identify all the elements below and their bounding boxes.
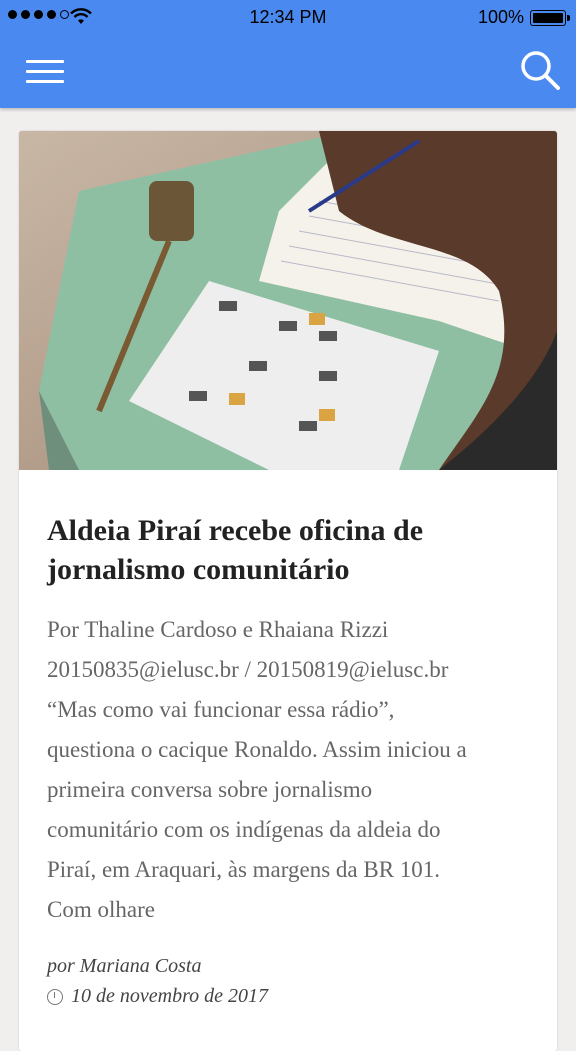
search-icon[interactable] — [518, 48, 562, 92]
excerpt-line: “Mas como vai funcionar essa rádio”, — [47, 697, 395, 722]
excerpt-line: Por Thaline Cardoso e Rhaiana Rizzi — [47, 617, 389, 642]
app-bar — [0, 36, 576, 108]
battery-icon — [530, 10, 570, 26]
battery-label: 100% — [477, 7, 524, 27]
status-bar: 12:34 PM 100% — [0, 0, 576, 36]
excerpt-line: Com olhare — [47, 897, 155, 922]
excerpt-line: Piraí, em Araquari, às margens da BR 101… — [47, 857, 441, 882]
post-excerpt: Por Thaline Cardoso e Rhaiana Rizzi 2015… — [47, 610, 547, 930]
hamburger-menu-icon[interactable] — [26, 60, 64, 86]
clock-icon — [47, 988, 63, 1005]
post-card[interactable]: Aldeia Piraí recebe oficina de jornalism… — [19, 131, 557, 1051]
post-date: 10 de novembro de 2017 — [47, 985, 268, 1008]
excerpt-line: comunitário com os indígenas da aldeia d… — [47, 817, 441, 842]
excerpt-line: 20150835@ielusc.br / 20150819@ielusc.br — [47, 657, 449, 682]
post-title[interactable]: Aldeia Piraí recebe oficina de jornalism… — [47, 511, 537, 589]
article-photo[interactable] — [19, 131, 557, 470]
post-date-text: 10 de novembro de 2017 — [71, 985, 268, 1007]
excerpt-line: primeira conversa sobre jornalismo — [47, 777, 373, 802]
post-author: por Mariana Costa — [47, 955, 202, 977]
excerpt-line: questiona o cacique Ronaldo. Assim inici… — [47, 737, 467, 762]
